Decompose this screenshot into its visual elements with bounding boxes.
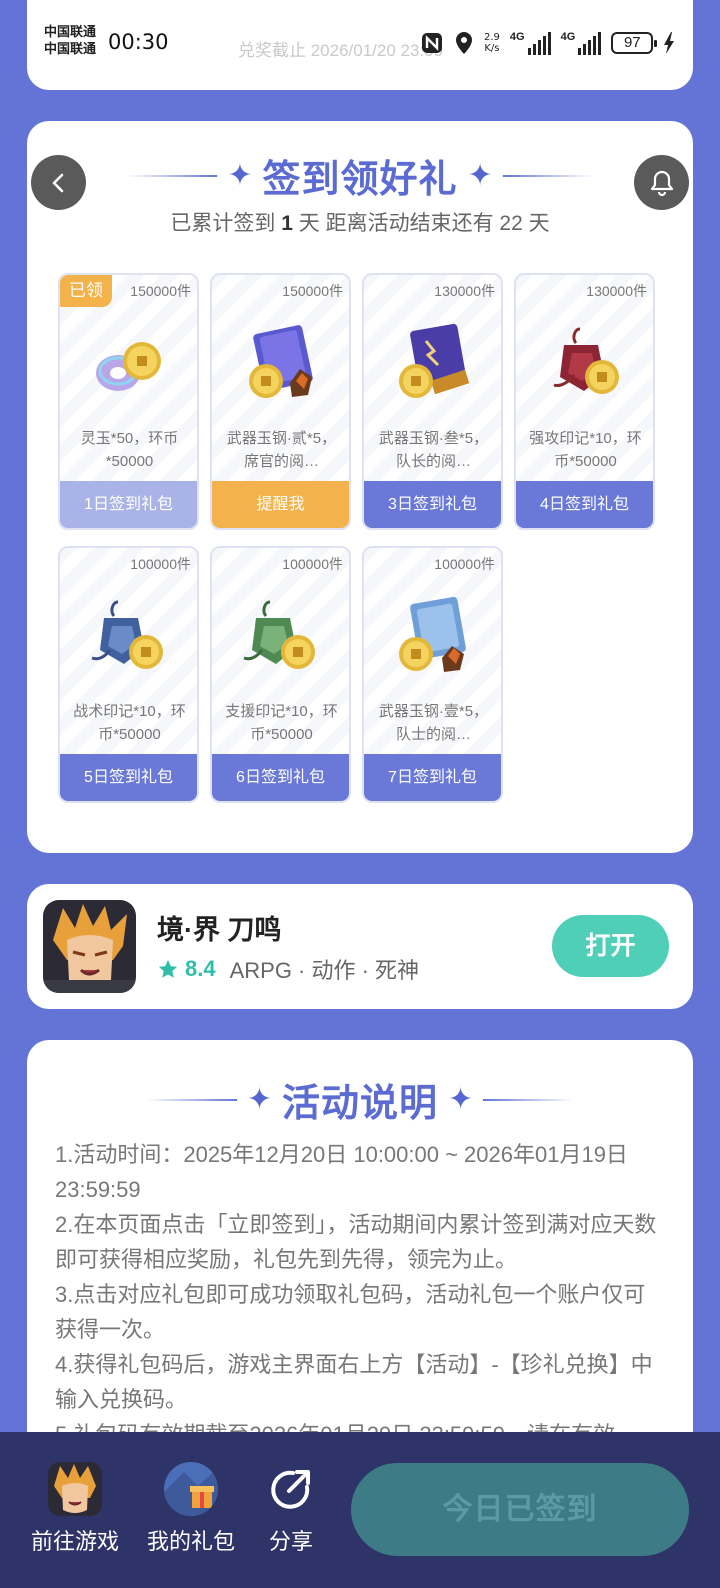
- gift-box-icon: [164, 1462, 218, 1516]
- gift-description: 武器玉钢·壹*5，队士的阅…: [378, 703, 489, 743]
- share-label: 分享: [268, 1529, 313, 1554]
- title-line-left: [127, 174, 218, 177]
- title-line-left: [146, 1098, 237, 1101]
- net-speed-unit: K/s: [484, 43, 500, 54]
- gift-claim-button[interactable]: 6日签到礼包: [212, 754, 349, 801]
- gift-card-day-2[interactable]: 150000件 武器玉钢·贰*5，席官的阅… 提醒我: [210, 273, 351, 530]
- game-rating: 8.4: [185, 956, 216, 981]
- tactic-seal-icon: [91, 600, 163, 669]
- gift-claim-button[interactable]: 5日签到礼包: [60, 754, 197, 801]
- game-icon[interactable]: [43, 900, 136, 993]
- rules-title-block: ✦ 活动说明 ✦: [0, 1072, 720, 1127]
- gift-card-day-5[interactable]: 100000件 战术印记*10，环币*50000 5日签到礼包: [58, 546, 199, 803]
- carrier-labels: 中国联通 中国联通: [44, 24, 96, 58]
- remind-me-button[interactable]: 提醒我: [212, 481, 349, 528]
- claimed-badge: 已领: [60, 275, 112, 307]
- progress-days: 1: [281, 212, 293, 235]
- share-icon: [264, 1462, 318, 1516]
- status-bar: 中国联通 中国联通 00:30 兑奖截止 2026/01/20 23:59 2.…: [0, 0, 720, 86]
- carrier-1: 中国联通: [44, 25, 97, 40]
- star-icon: [158, 959, 178, 978]
- game-tags: ARPG · 动作 · 死神: [229, 958, 420, 983]
- carrier-2: 中国联通: [44, 42, 97, 57]
- progress-prefix: 已累计签到: [170, 212, 282, 235]
- sparkle-icon: ✦: [448, 1082, 474, 1116]
- rules-line: 4.获得礼包码后，游戏主界面右上方【活动】-【珍礼兑换】中输入兑换码。: [55, 1352, 653, 1412]
- gift-description: 支援印记*10，环币*50000: [225, 703, 338, 743]
- gift-quantity: 100000件: [434, 556, 495, 572]
- status-icons: 2.9 K/s 4G 4G 97: [420, 28, 675, 58]
- open-game-button[interactable]: 打开: [552, 915, 669, 977]
- gift-quantity: 130000件: [586, 283, 647, 299]
- jade-coin-icon: [96, 342, 161, 391]
- signal-1-label: 4G: [509, 31, 525, 43]
- game-shortcut-icon: [48, 1462, 102, 1516]
- signal-2-label: 4G: [560, 31, 576, 43]
- title-line-right: [483, 1098, 574, 1101]
- redeem-deadline: 兑奖截止 2026/01/20 23:59: [238, 41, 444, 60]
- gift-card-day-1[interactable]: 150000件 已领 灵玉*50，环币*50000 1日签到礼包: [58, 273, 199, 530]
- gift-claim-button[interactable]: 7日签到礼包: [364, 754, 501, 801]
- gift-claim-button[interactable]: 3日签到礼包: [364, 481, 501, 528]
- weapon-book-blue-icon: [399, 596, 466, 672]
- charging-icon: [664, 32, 675, 54]
- signin-title-block: ✦ 签到领好礼 ✦: [0, 148, 720, 203]
- weapon-book-icon: [249, 325, 313, 398]
- gift-description: 战术印记*10，环币*50000: [73, 703, 186, 743]
- game-name: 境·界 刀鸣: [157, 915, 282, 945]
- game-meta: 8.4 ARPG · 动作 · 死神: [157, 953, 419, 985]
- goto-game-button[interactable]: 前往游戏: [31, 1462, 119, 1556]
- net-speed-value: 2.9: [484, 32, 500, 43]
- sparkle-icon: ✦: [246, 1082, 272, 1116]
- gift-description: 灵玉*50，环币*50000: [80, 430, 179, 470]
- gift-description: 武器玉钢·叁*5，队长的阅…: [378, 430, 489, 470]
- gift-quantity: 150000件: [282, 283, 343, 299]
- gift-quantity: 100000件: [130, 556, 191, 572]
- location-icon: [456, 32, 472, 54]
- rules-body: 1.活动时间：2025年12月20日 10:00:00 ~ 2026年01月19…: [55, 1137, 667, 1452]
- gift-description: 强攻印记*10，环币*50000: [529, 430, 642, 470]
- gift-claim-button[interactable]: 1日签到礼包: [60, 481, 197, 528]
- sparkle-icon: ✦: [467, 158, 493, 192]
- support-seal-icon: [243, 600, 315, 669]
- gift-quantity: 130000件: [434, 283, 495, 299]
- gift-card-day-7[interactable]: 100000件 武器玉钢·壹*5，队士的阅… 7日签到礼包: [362, 546, 503, 803]
- weapon-steel-book-icon: [399, 323, 470, 398]
- signin-progress: 已累计签到 1 天 距离活动结束还有 22 天: [0, 207, 720, 237]
- signal-1-icon: 4G: [510, 31, 551, 55]
- gift-claim-button[interactable]: 4日签到礼包: [516, 481, 653, 528]
- attack-seal-icon: [553, 327, 619, 394]
- rules-title: 活动说明: [281, 1083, 438, 1125]
- signal-2-icon: 4G: [561, 31, 602, 55]
- rules-line: 1.活动时间：2025年12月20日 10:00:00 ~ 2026年01月19…: [55, 1142, 628, 1202]
- net-speed: 2.9 K/s: [484, 32, 500, 54]
- clock: 00:30: [108, 30, 169, 54]
- my-gifts-button[interactable]: 我的礼包: [147, 1462, 235, 1556]
- checkin-button[interactable]: 今日已签到: [351, 1463, 689, 1556]
- battery-icon: 97: [611, 32, 658, 54]
- gift-quantity: 150000件: [130, 283, 191, 299]
- gift-card-day-6[interactable]: 100000件 支援印记*10，环币*50000 6日签到礼包: [210, 546, 351, 803]
- game-character-icon: [43, 900, 136, 993]
- signin-title: 签到领好礼: [262, 159, 458, 201]
- gift-card-day-3[interactable]: 130000件 武器玉钢·叁*5，队长的阅… 3日签到礼包: [362, 273, 503, 530]
- my-gifts-label: 我的礼包: [147, 1529, 236, 1554]
- gift-card-day-4[interactable]: 130000件 强攻印记*10，环币*50000 4日签到礼包: [514, 273, 655, 530]
- progress-suffix: 天 距离活动结束还有 22 天: [292, 212, 550, 235]
- title-line-right: [502, 174, 593, 177]
- gift-quantity: 100000件: [282, 556, 343, 572]
- nfc-icon: [422, 33, 442, 53]
- goto-game-label: 前往游戏: [31, 1529, 120, 1554]
- sparkle-icon: ✦: [227, 158, 253, 192]
- rules-line: 2.在本页面点击「立即签到」，活动期间内累计签到满对应天数即可获得相应奖励，礼包…: [55, 1212, 657, 1272]
- gift-description: 武器玉钢·贰*5，席官的阅…: [226, 430, 337, 470]
- share-button[interactable]: 分享: [264, 1462, 318, 1556]
- rules-line: 3.点击对应礼包即可成功领取礼包码，活动礼包一个账户仅可获得一次。: [55, 1282, 646, 1342]
